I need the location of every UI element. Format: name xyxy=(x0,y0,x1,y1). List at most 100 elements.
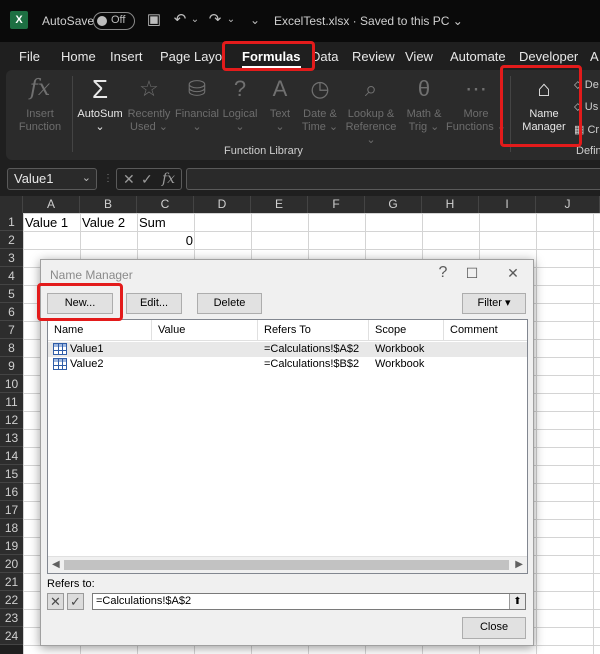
lookup-reference-button[interactable]: ⌕ Lookup & Reference ⌄ xyxy=(340,74,402,146)
row-header[interactable]: 15 xyxy=(0,465,23,483)
list-item[interactable]: Value1 =Calculations!$A$2 Workbook xyxy=(48,342,527,357)
row-header[interactable]: 5 xyxy=(0,285,23,303)
scroll-right-icon[interactable]: ▶ xyxy=(515,559,523,570)
cell-c1[interactable]: Sum xyxy=(139,215,166,230)
delete-button[interactable]: Delete xyxy=(197,293,262,314)
column-header-refers-to[interactable]: Refers To xyxy=(258,320,369,341)
cancel-icon[interactable]: ✕ xyxy=(123,171,135,188)
refers-to-input[interactable]: =Calculations!$A$2 ⬆ xyxy=(92,593,526,610)
defined-names-group-label: Defin xyxy=(576,145,600,157)
formula-bar: Value1 ⌄ ⋮ ✕ ✓ fx xyxy=(0,160,600,196)
list-item[interactable]: Value2 =Calculations!$B$2 Workbook xyxy=(48,357,527,372)
close-icon[interactable]: ✕ xyxy=(503,264,523,282)
scrollbar-thumb[interactable] xyxy=(64,560,509,570)
tab-insert[interactable]: Insert xyxy=(110,49,143,64)
formula-input[interactable] xyxy=(186,168,600,190)
highlight-new-button xyxy=(37,283,123,321)
cell-b1[interactable]: Value 2 xyxy=(82,215,125,230)
select-all-corner[interactable] xyxy=(0,196,23,213)
create-from-selection-label: Cr xyxy=(587,124,600,136)
filter-button[interactable]: Filter ▾ xyxy=(462,293,526,314)
scroll-left-icon[interactable]: ◀ xyxy=(52,559,60,570)
column-header[interactable]: E xyxy=(251,196,308,213)
formula-bar-grip-icon[interactable]: ⋮ xyxy=(103,173,113,184)
more-functions-button[interactable]: ⋯ More Functions ⌄ xyxy=(446,74,506,140)
column-header[interactable]: B xyxy=(80,196,137,213)
row-header[interactable]: 9 xyxy=(0,357,23,375)
math-trig-button[interactable]: θ Math & Trig ⌄ xyxy=(398,74,450,140)
insert-function-icon[interactable]: fx xyxy=(162,171,175,187)
maximize-icon[interactable]: ☐ xyxy=(462,264,482,282)
column-header-name[interactable]: Name xyxy=(48,320,152,341)
undo-dropdown-icon[interactable]: ⌄ xyxy=(186,11,204,29)
cell-a1[interactable]: Value 1 xyxy=(25,215,68,230)
column-header-scope[interactable]: Scope xyxy=(369,320,444,341)
names-list: Name Value Refers To Scope Comment Value… xyxy=(47,319,528,574)
confirm-edit-icon[interactable]: ✓ xyxy=(67,593,84,610)
autosum-button[interactable]: Σ AutoSum ⌄ xyxy=(74,74,126,140)
row-header[interactable]: 12 xyxy=(0,411,23,429)
column-header[interactable]: G xyxy=(365,196,422,213)
help-icon[interactable]: ? xyxy=(433,264,453,282)
horizontal-scrollbar[interactable]: ◀ ▶ xyxy=(48,556,527,573)
row-header[interactable]: 21 xyxy=(0,573,23,591)
column-header[interactable]: C xyxy=(137,196,194,213)
column-header[interactable]: F xyxy=(308,196,365,213)
row-header[interactable]: 10 xyxy=(0,375,23,393)
tab-file[interactable]: File xyxy=(19,49,40,64)
enter-icon[interactable]: ✓ xyxy=(141,171,153,188)
tab-page-layout[interactable]: Page Layout xyxy=(160,49,222,64)
insert-function-label-2: Function xyxy=(18,121,62,133)
row-header[interactable]: 14 xyxy=(0,447,23,465)
row-header[interactable]: 16 xyxy=(0,483,23,501)
row-header[interactable]: 20 xyxy=(0,555,23,573)
edit-button[interactable]: Edit... xyxy=(126,293,182,314)
row-header[interactable]: 17 xyxy=(0,501,23,519)
column-header[interactable]: H xyxy=(422,196,479,213)
autosave-toggle[interactable]: Off xyxy=(93,12,135,30)
row-header[interactable]: 8 xyxy=(0,339,23,357)
row-header[interactable]: 22 xyxy=(0,591,23,609)
column-header[interactable]: J xyxy=(536,196,600,213)
row-header[interactable]: 19 xyxy=(0,537,23,555)
row-header[interactable]: 18 xyxy=(0,519,23,537)
tab-developer[interactable]: Developer xyxy=(519,49,578,64)
row-header[interactable]: 24 xyxy=(0,627,23,645)
column-header[interactable]: I xyxy=(479,196,536,213)
row-header[interactable]: 23 xyxy=(0,609,23,627)
column-header-value[interactable]: Value xyxy=(152,320,258,341)
name-box[interactable]: Value1 ⌄ xyxy=(7,168,97,190)
save-icon[interactable]: ▣ xyxy=(145,11,163,29)
document-title[interactable]: ExcelTest.xlsx · Saved to this PC ⌄ xyxy=(274,14,463,28)
recently-used-button[interactable]: ☆ Recently Used ⌄ xyxy=(123,74,175,140)
date-time-label: Date & xyxy=(303,108,337,120)
row-header[interactable]: 3 xyxy=(0,249,23,267)
tab-home[interactable]: Home xyxy=(61,49,96,64)
column-header[interactable]: A xyxy=(23,196,80,213)
tab-overflow[interactable]: A xyxy=(590,49,599,64)
row-header[interactable]: 11 xyxy=(0,393,23,411)
cell-c2[interactable]: 0 xyxy=(139,233,193,248)
cancel-edit-icon[interactable]: ✕ xyxy=(47,593,64,610)
row-header[interactable]: 7 xyxy=(0,321,23,339)
row-header[interactable]: 6 xyxy=(0,303,23,321)
row-header[interactable]: 4 xyxy=(0,267,23,285)
row-header[interactable]: 13 xyxy=(0,429,23,447)
tab-data[interactable]: Data xyxy=(311,49,338,64)
column-header[interactable]: D xyxy=(194,196,251,213)
collapse-dialog-icon[interactable]: ⬆ xyxy=(509,594,525,609)
row-header[interactable]: 1 xyxy=(0,213,23,231)
date-time-button[interactable]: ◷ Date & Time ⌄ xyxy=(294,74,346,140)
tab-automate[interactable]: Automate xyxy=(450,49,506,64)
close-button[interactable]: Close xyxy=(462,617,526,639)
tab-review[interactable]: Review xyxy=(352,49,395,64)
tab-view[interactable]: View xyxy=(405,49,433,64)
row-header[interactable]: 2 xyxy=(0,231,23,249)
name-box-dropdown-icon[interactable]: ⌄ xyxy=(82,171,91,184)
row-name: Value1 xyxy=(70,343,104,355)
magnifier-book-icon: ⌕ xyxy=(364,76,378,101)
customize-toolbar-icon[interactable]: ⌄ xyxy=(246,11,264,29)
redo-dropdown-icon[interactable]: ⌄ xyxy=(222,11,240,29)
insert-function-button[interactable]: 𝑓x Insert Function xyxy=(14,74,66,140)
column-header-comment[interactable]: Comment xyxy=(444,320,527,341)
